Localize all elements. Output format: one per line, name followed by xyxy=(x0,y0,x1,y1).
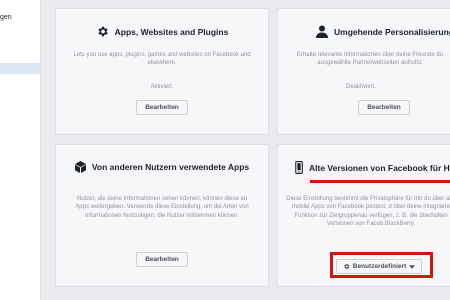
personalization-card-status: Deaktiviert. xyxy=(345,84,376,90)
button-highlight-box xyxy=(330,252,433,278)
person-icon xyxy=(316,25,328,38)
sidebar-item-label[interactable]: gen xyxy=(0,14,12,21)
instant-personalization-card: Umgehende Personalisierung Erhalte relev… xyxy=(277,8,450,135)
apps-card-header: Apps, Websites and Plugins xyxy=(56,25,268,38)
apps-others-use-card: Von anderen Nutzern verwendete Apps Nutz… xyxy=(55,144,269,287)
others-apps-card-header: Von anderen Nutzern verwendete Apps xyxy=(56,161,268,173)
old-versions-card-description: Diese Einstellung bestimmt die Privatsph… xyxy=(286,196,450,227)
cube-icon xyxy=(74,161,86,173)
others-apps-card-description: Nutzer, die deine Informationen sehen kö… xyxy=(75,196,249,219)
others-apps-edit-button[interactable]: Bearbeiten xyxy=(136,252,188,267)
apps-card-description: Lets you use apps, plugins, games and we… xyxy=(73,52,251,67)
phone-icon xyxy=(295,161,303,174)
personalization-card-title: Umgehende Personalisierung xyxy=(334,26,450,37)
personalization-card-header: Umgehende Personalisierung xyxy=(316,25,450,38)
personalization-edit-button[interactable]: Bearbeiten xyxy=(358,100,410,115)
gear-icon xyxy=(96,25,109,38)
personalization-card-description: Erhalte relevante Informationen über dei… xyxy=(296,52,444,67)
apps-card-status: Aktiviert. xyxy=(150,84,174,90)
old-versions-card-header: Alte Versionen von Facebook für Ha xyxy=(295,161,450,174)
title-highlight-underline xyxy=(310,180,450,183)
apps-websites-plugins-card: Apps, Websites and Plugins Lets you use … xyxy=(55,8,269,135)
others-apps-card-title: Von anderen Nutzern verwendete Apps xyxy=(91,162,250,172)
sidebar: gen xyxy=(0,0,41,300)
old-versions-card-title: Alte Versionen von Facebook für Ha xyxy=(309,162,450,173)
apps-edit-button[interactable]: Bearbeiten xyxy=(136,100,188,115)
apps-card-title: Apps, Websites and Plugins xyxy=(114,26,229,37)
sidebar-selected-item[interactable] xyxy=(0,63,40,74)
